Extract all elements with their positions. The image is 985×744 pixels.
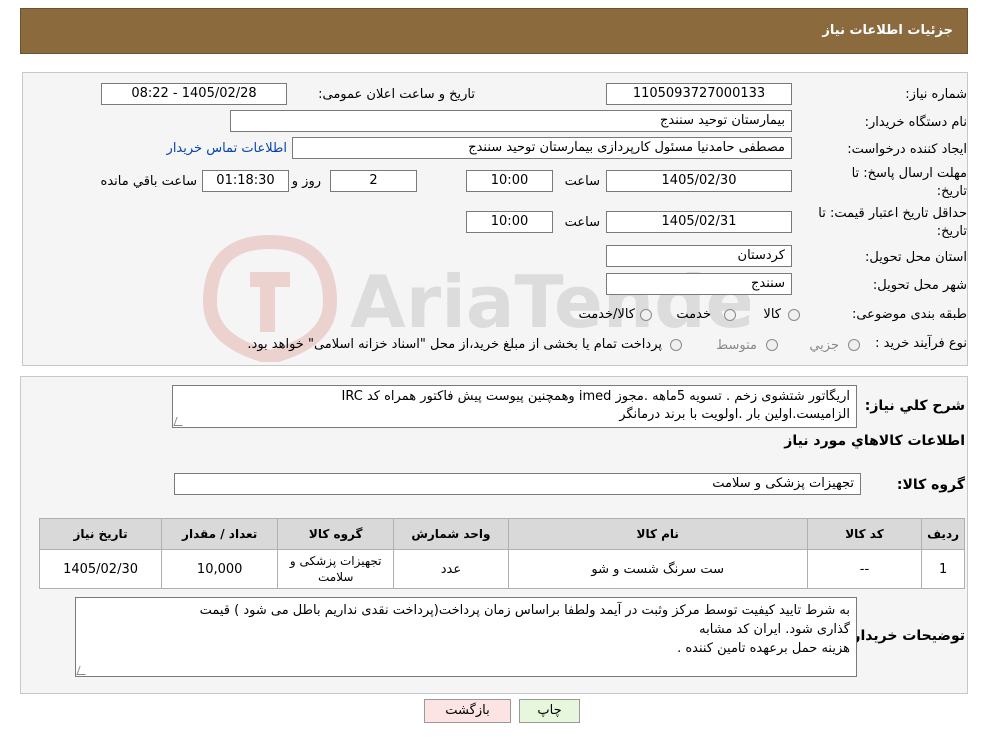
description-line-1: اریگاتور شتشوی زخم . تسویه 5ماهه .مجوز i… bbox=[341, 389, 850, 404]
cell-date: 1405/02/30 bbox=[38, 549, 163, 589]
cell-index: 1 bbox=[921, 549, 965, 589]
resize-grip-icon[interactable] bbox=[173, 417, 186, 426]
deadline-label: مهلت ارسال پاسخ: تا bbox=[851, 166, 967, 181]
validity-time-label: ساعت bbox=[564, 215, 600, 230]
col-name: نام کالا bbox=[507, 518, 808, 550]
validity-label-date: تاریخ: bbox=[936, 224, 967, 239]
category-option-service: خدمت bbox=[676, 307, 711, 322]
remaining-label: ساعت باقي مانده bbox=[100, 174, 197, 189]
deadline-time-label: ساعت bbox=[564, 174, 600, 189]
need-number-field: 1105093727000133 bbox=[606, 83, 792, 105]
remaining-time-field: 01:18:30 bbox=[202, 170, 289, 192]
announce-field: 1405/02/28 - 08:22 bbox=[101, 83, 287, 105]
goods-group-field: تجهیزات پزشکی و سلامت bbox=[174, 473, 861, 495]
buyer-notes-textarea[interactable]: به شرط تایید کیفیت توسط مرکز وثبت در آیم… bbox=[75, 597, 857, 677]
buyer-org-field: بیمارستان توحید سنندج bbox=[230, 110, 792, 132]
requester-field: مصطفی حامدنیا مسئول کارپردازی بیمارستان … bbox=[292, 137, 792, 159]
category-radio-goods[interactable] bbox=[788, 309, 800, 321]
table-row: 1 -- ست سرنگ شست و شو عدد تجهیزات پزشکی … bbox=[38, 549, 965, 589]
days-field: 2 bbox=[330, 170, 417, 192]
process-radio-medium[interactable] bbox=[766, 339, 778, 351]
process-option-partial: جزیي bbox=[809, 338, 839, 353]
cell-quantity: 10,000 bbox=[161, 549, 279, 589]
category-option-goods: کالا bbox=[763, 307, 781, 322]
buyer-org-label: نام دستگاه خریدار: bbox=[864, 115, 967, 130]
category-option-goods-service: کالا/خدمت bbox=[578, 307, 635, 322]
city-field: سنندج bbox=[606, 273, 792, 295]
process-option-medium: متوسط bbox=[716, 338, 757, 353]
col-quantity: تعداد / مقدار bbox=[161, 518, 279, 550]
process-radio-partial[interactable] bbox=[848, 339, 860, 351]
buyer-notes-line-2: گذاری شود. ایران کد مشابه bbox=[699, 622, 850, 637]
back-button[interactable]: بازگشت bbox=[424, 699, 511, 723]
process-label: نوع فرآیند خرید : bbox=[875, 336, 967, 351]
print-button[interactable]: چاپ bbox=[519, 699, 580, 723]
process-checkbox-treasury[interactable] bbox=[670, 339, 682, 351]
page-header: جزئیات اطلاعات نیاز bbox=[20, 8, 968, 54]
col-code: کد کالا bbox=[806, 518, 923, 550]
goods-table: رديف کد کالا نام کالا واحد شمارش گروه کا… bbox=[38, 518, 965, 589]
resize-grip-icon[interactable] bbox=[76, 666, 89, 675]
need-number-label: شماره نیاز: bbox=[905, 87, 967, 102]
description-textarea[interactable]: اریگاتور شتشوی زخم . تسویه 5ماهه .مجوز i… bbox=[172, 385, 857, 428]
buyer-notes-line-3: هزینه حمل برعهده تامین کننده . bbox=[677, 641, 850, 656]
deadline-date-field: 1405/02/30 bbox=[606, 170, 792, 192]
buyer-contact-link[interactable]: اطلاعات تماس خریدار bbox=[167, 141, 287, 156]
deadline-label-date: تاریخ: bbox=[936, 184, 967, 199]
col-index: رديف bbox=[921, 518, 965, 550]
category-label: طبقه بندی موضوعی: bbox=[851, 307, 967, 322]
cell-unit: عدد bbox=[393, 549, 509, 589]
cell-code: -- bbox=[806, 549, 923, 589]
goods-section-title: اطلاعات کالاهاي مورد نياز bbox=[784, 433, 965, 449]
description-label: شرح کلي نياز: bbox=[864, 398, 965, 414]
validity-label: حداقل تاریخ اعتبار قیمت: تا bbox=[818, 206, 967, 221]
province-field: کردستان bbox=[606, 245, 792, 267]
validity-date-field: 1405/02/31 bbox=[606, 211, 792, 233]
goods-table-header: رديف کد کالا نام کالا واحد شمارش گروه کا… bbox=[38, 518, 965, 550]
page-title: جزئیات اطلاعات نیاز bbox=[822, 23, 953, 38]
requester-label: ایجاد کننده درخواست: bbox=[847, 142, 967, 157]
category-radio-goods-service[interactable] bbox=[640, 309, 652, 321]
buyer-notes-label: توضیحات خریدار: bbox=[846, 628, 965, 644]
announce-label: تاریخ و ساعت اعلان عمومی: bbox=[318, 87, 475, 102]
city-label: شهر محل تحویل: bbox=[872, 278, 967, 293]
cell-name: ست سرنگ شست و شو bbox=[507, 549, 808, 589]
goods-group-label: گروه کالا: bbox=[896, 477, 965, 493]
deadline-time-field: 10:00 bbox=[466, 170, 553, 192]
buyer-notes-line-1: به شرط تایید کیفیت توسط مرکز وثبت در آیم… bbox=[199, 603, 850, 618]
process-note: پرداخت تمام یا بخشی از مبلغ خرید،از محل … bbox=[247, 337, 662, 352]
col-group: گروه کالا bbox=[277, 518, 395, 550]
cell-group: تجهیزات پزشکی و سلامت bbox=[277, 549, 395, 589]
validity-time-field: 10:00 bbox=[466, 211, 553, 233]
col-date: تاریخ نیاز bbox=[38, 518, 163, 550]
col-unit: واحد شمارش bbox=[393, 518, 509, 550]
category-radio-service[interactable] bbox=[724, 309, 736, 321]
province-label: استان محل تحویل: bbox=[865, 250, 967, 265]
description-line-2: الزامیست.اولین بار .اولویت با برند درمان… bbox=[619, 407, 850, 422]
days-label: روز و bbox=[291, 174, 321, 189]
